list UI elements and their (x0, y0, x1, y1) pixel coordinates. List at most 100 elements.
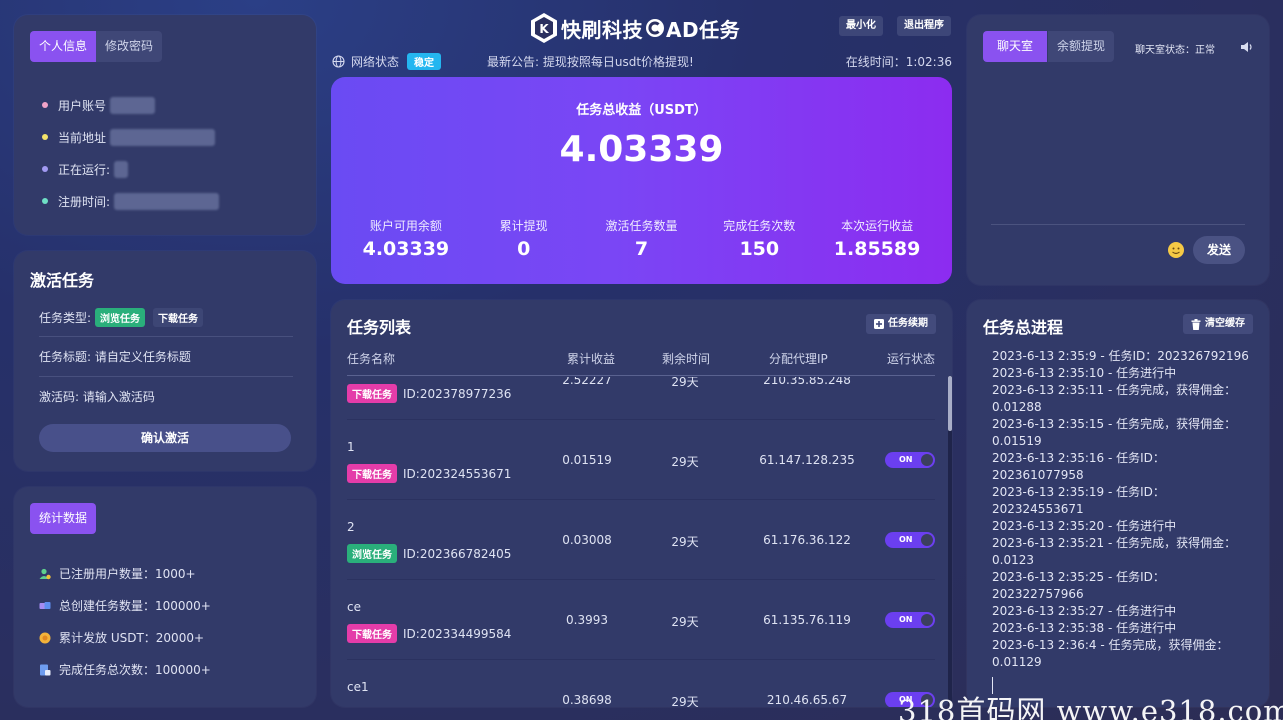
info-row-running: 正在运行: (42, 153, 219, 185)
task-type-badge: 下载任务 (347, 384, 397, 403)
task-name: ce (347, 600, 361, 614)
info-label: 正在运行: (58, 162, 111, 177)
send-button[interactable]: 发送 (1193, 236, 1245, 264)
log-line: 2023-6-13 2:35:27 - 任务进行中 (992, 604, 1177, 618)
tab-personal-info[interactable]: 个人信息 (30, 31, 97, 62)
task-name: 1 (347, 440, 355, 454)
scrollbar-thumb[interactable] (948, 376, 952, 431)
app-logo: K 快刷科技 AD任务 (530, 12, 740, 44)
stat-label: 本次运行收益 (841, 219, 914, 233)
minimize-button[interactable]: 最小化 (839, 16, 883, 36)
task-type-badge: 浏览任务 (347, 544, 397, 563)
stat-completed-count: 完成任务次数 150 (701, 217, 818, 260)
tasks-icon (39, 601, 51, 609)
stat-value: 150 (739, 238, 780, 260)
tab-chatroom[interactable]: 聊天室 (983, 31, 1048, 62)
task-list-panel: 任务列表 任务续期 任务名称 累计收益 剩余时间 分配代理IP 运行状态 下载任… (331, 300, 952, 707)
divider (39, 376, 293, 377)
stat-text: 已注册用户数量：1000+ (59, 567, 196, 581)
speaker-icon[interactable] (1240, 41, 1254, 53)
task-table-body: 下载任务 ID:202378977236 2.52227 29天 210.35.… (347, 377, 935, 707)
run-status-toggle[interactable]: ON (885, 612, 935, 628)
task-title-field[interactable]: 任务标题: 请自定义任务标题 (39, 348, 293, 365)
bullet-icon (42, 198, 48, 204)
task-id-line: 下载任务 ID:202378977236 (347, 384, 511, 403)
site-watermark: 318首码网 www.e318.com (898, 694, 1283, 720)
log-line: 2023-6-13 2:35:19 - 任务ID：202324553671 (992, 485, 1165, 516)
task-id: ID:202334499584 (403, 626, 512, 641)
emoji-icon[interactable] (1168, 242, 1184, 258)
stat-active-tasks: 激活任务数量 7 (583, 217, 700, 260)
stat-label: 累计提现 (499, 219, 548, 233)
network-bar: 网络状态 稳定 最新公告: 提现按照每日usdt价格提现! 在线时间：1:02:… (332, 50, 952, 70)
network-status-badge: 稳定 (407, 53, 442, 70)
task-name: ce1 (347, 680, 369, 694)
task-table-header: 任务名称 累计收益 剩余时间 分配代理IP 运行状态 (347, 350, 935, 376)
info-row-register-time: 注册时间: (42, 185, 220, 217)
chat-status: 聊天室状态：正常 (1135, 45, 1215, 56)
table-row[interactable]: ce 下载任务 ID:202334499584 0.3993 29天 61.13… (347, 580, 935, 660)
clear-cache-button[interactable]: 清空缓存 (1183, 314, 1253, 334)
logo-icon: K (531, 13, 557, 43)
task-id-line: 浏览任务 ID:202366782405 (347, 544, 511, 563)
progress-panel: 任务总进程 清空缓存 2023-6-13 2:35:9 - 任务ID：20232… (967, 300, 1269, 707)
redacted-value (110, 128, 216, 146)
earnings-stats: 账户可用余额 4.03339 累计提现 0 激活任务数量 7 完成任务次数 15… (347, 217, 936, 260)
stat-value: 1.85589 (833, 238, 921, 260)
task-id: ID:202378977236 (403, 386, 512, 401)
chat-panel: 聊天室 余额提现 聊天室状态：正常 发送 (967, 15, 1269, 285)
run-status-toggle[interactable]: ON (885, 532, 935, 548)
toggle-label: ON (899, 615, 913, 624)
redacted-value (114, 160, 129, 178)
table-row[interactable]: 下载任务 ID:202378977236 2.52227 29天 210.35.… (347, 377, 935, 420)
progress-title: 任务总进程 (983, 318, 1064, 337)
plus-square-icon (874, 319, 884, 329)
task-earnings: 0.03008 (562, 533, 612, 547)
type-download-option[interactable]: 下载任务 (153, 308, 204, 327)
run-status-toggle[interactable]: ON (885, 452, 935, 468)
table-row[interactable]: ce1 0.38698 29天 210.46.65.67 ON (347, 660, 935, 707)
confirm-activate-button[interactable]: 确认激活 (39, 424, 291, 452)
task-remaining: 29天 (671, 695, 699, 707)
table-row[interactable]: 2 浏览任务 ID:202366782405 0.03008 29天 61.17… (347, 500, 935, 580)
stats-button[interactable]: 统计数据 (30, 503, 97, 534)
earnings-total: 4.03339 (559, 129, 724, 170)
announcement: 最新公告: 提现按照每日usdt价格提现! (487, 55, 694, 69)
table-row[interactable]: 1 下载任务 ID:202324553671 0.01519 29天 61.14… (347, 420, 935, 500)
info-label: 注册时间: (58, 194, 111, 209)
stats-panel: 统计数据 已注册用户数量：1000+ 总创建任务数量：100000+ 累计发放 … (14, 487, 316, 707)
activate-panel: 激活任务 任务类型: 浏览任务 下载任务 任务标题: 请自定义任务标题 激活码:… (14, 251, 316, 471)
task-earnings: 2.52227 (562, 377, 612, 387)
clear-cache-label: 清空缓存 (1205, 318, 1245, 329)
task-earnings: 0.38698 (562, 693, 612, 707)
users-icon (39, 568, 51, 579)
info-row-account: 用户账号 (42, 89, 219, 121)
log-line: 2023-6-13 2:35:10 - 任务进行中 (992, 366, 1177, 380)
toggle-label: ON (899, 535, 913, 544)
tab-balance-withdraw[interactable]: 余额提现 (1048, 31, 1115, 62)
task-id: ID:202324553671 (403, 466, 512, 481)
svg-text:K: K (539, 22, 549, 36)
column-header: 任务名称 (347, 352, 396, 366)
exit-button[interactable]: 退出程序 (897, 16, 951, 36)
tab-change-password[interactable]: 修改密码 (96, 31, 163, 62)
stat-total-tasks: 总创建任务数量：100000+ (39, 597, 211, 614)
profile-tabs: 个人信息 修改密码 (30, 31, 163, 62)
stat-value: 7 (634, 238, 649, 260)
stat-total-withdrawn: 累计提现 0 (465, 217, 582, 260)
column-header: 剩余时间 (662, 352, 711, 366)
stat-label: 账户可用余额 (369, 219, 442, 233)
stat-text: 总创建任务数量：100000+ (59, 599, 211, 613)
task-remaining: 29天 (671, 615, 699, 629)
chat-input[interactable] (991, 224, 1245, 225)
task-list-scrollbar[interactable] (948, 376, 952, 706)
type-browse-option[interactable]: 浏览任务 (95, 308, 146, 327)
stat-available-balance: 账户可用余额 4.03339 (347, 217, 464, 260)
column-header: 运行状态 (887, 352, 936, 366)
renew-task-button[interactable]: 任务续期 (866, 314, 936, 334)
document-icon (40, 664, 51, 675)
task-proxy-ip: 61.147.128.235 (759, 453, 855, 467)
log-line: 2023-6-13 2:35:9 - 任务ID：202326792196 (992, 349, 1249, 363)
activation-code-field[interactable]: 激活码: 请输入激活码 (39, 388, 293, 405)
log-line: 2023-6-13 2:35:25 - 任务ID：202322757966 (992, 570, 1165, 601)
